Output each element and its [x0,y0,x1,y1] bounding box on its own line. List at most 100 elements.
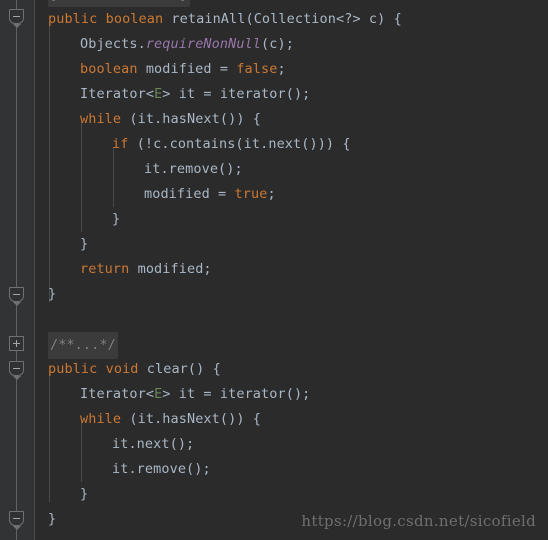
fold-chip-dot-right [181,0,184,1]
code-line-text: it.remove(); [144,157,243,182]
token-txt: } [48,286,57,302]
code-line-return-modified[interactable]: return modified; [80,257,212,282]
code-line-it-next[interactable]: it.next(); [112,432,194,457]
token-kw: if [112,136,129,152]
token-txt: modified = [137,61,237,77]
token-kw: while [80,111,122,127]
plus-icon [10,339,23,347]
watermark-url: https://blog.csdn.net/sicofield [301,512,536,530]
code-line-clear-signature[interactable]: public void clear() { [48,357,221,382]
token-txt: modified; [129,261,212,277]
token-txt: ; [267,186,276,202]
code-line-while-hasnext-1[interactable]: while (it.hasNext()) { [80,107,261,132]
token-txt: } [48,511,57,527]
code-line-text: public void clear() { [48,357,221,382]
code-line-text: } [80,482,88,507]
code-line-retainall-signature[interactable]: public boolean retainAll(Collection<?> c… [48,7,402,32]
token-txt: (it.hasNext()) { [121,411,262,427]
code-line-text: while (it.hasNext()) { [80,107,261,132]
code-line-close-if[interactable]: } [112,207,120,232]
code-line-text: } [48,507,56,532]
editor-gutter[interactable] [0,0,35,540]
token-txt: it.remove(); [112,461,211,477]
code-line-text: boolean modified = false; [80,57,286,82]
fold-collapse-clear-start-tip-icon [13,376,21,380]
code-line-text: it.next(); [112,432,194,457]
token-txt: it.next(); [112,436,195,452]
fold-collapse-clear-start-icon[interactable] [9,361,24,376]
fold-collapse-retainall-start-tip-icon [13,24,21,28]
folded-region-chip-partial[interactable] [48,0,190,7]
token-kw: void [105,361,139,377]
code-line-text: } [112,207,120,232]
fold-collapse-retainall-end-icon[interactable] [9,287,24,302]
fold-expand-javadoc-icon[interactable] [9,336,24,351]
code-line-close-while-2[interactable]: } [80,482,88,507]
token-txt: > it = iterator(); [162,386,311,402]
token-txt: Iterator< [80,386,155,402]
token-kw: while [80,411,122,427]
token-txt: retainAll(Collection<?> c) { [163,11,402,27]
minus-icon [10,368,23,369]
fold-collapse-retainall-start-icon[interactable] [9,9,24,24]
token-txt: modified = [144,186,235,202]
code-line-text: return modified; [80,257,212,282]
token-txt: } [80,486,89,502]
code-line-text: it.remove(); [112,457,211,482]
code-line-it-remove-1[interactable]: it.remove(); [144,157,243,182]
token-txt: Objects. [80,36,146,52]
token-kw: return [80,261,130,277]
token-kw: public [48,11,98,27]
token-txt: } [112,211,121,227]
code-line-text: if (!c.contains(it.next())) { [112,132,351,157]
code-line-text: } [48,282,56,307]
indent-guide-1 [81,122,82,232]
token-txt: } [80,236,89,252]
code-line-it-remove-2[interactable]: it.remove(); [112,457,211,482]
fold-collapse-retainall-end-tip-icon [13,302,21,306]
code-line-close-while-1[interactable]: } [80,232,88,257]
code-content-area[interactable]: public boolean retainAll(Collection<?> c… [36,0,548,540]
token-kw: false [236,61,278,77]
indent-guide-0 [49,22,50,302]
code-line-text: while (it.hasNext()) { [80,407,261,432]
minus-icon [10,294,23,295]
code-line-text: Objects.requireNonNull(c); [80,32,294,57]
code-line-declare-iterator-2[interactable]: Iterator<E> it = iterator(); [80,382,310,407]
code-line-declare-iterator-1[interactable]: Iterator<E> it = iterator(); [80,82,310,107]
code-line-text: } [80,232,88,257]
minus-icon [10,16,23,17]
token-txt: clear() { [138,361,221,377]
code-line-if-not-contains[interactable]: if (!c.contains(it.next())) { [112,132,351,157]
token-cmt: /**...*/ [50,337,116,353]
code-line-assign-modified-true[interactable]: modified = true; [144,182,276,207]
code-line-text: Iterator<E> it = iterator(); [80,82,310,107]
code-line-text: public boolean retainAll(Collection<?> c… [48,7,402,32]
code-line-declare-modified[interactable]: boolean modified = false; [80,57,286,82]
minus-icon [10,518,23,519]
fold-collapse-clear-end-icon[interactable] [9,511,24,526]
token-txt: (it.hasNext()) { [121,111,262,127]
code-line-while-hasnext-2[interactable]: while (it.hasNext()) { [80,407,261,432]
indent-guide-3 [49,372,50,502]
token-txt: ; [277,61,286,77]
code-line-require-non-null[interactable]: Objects.requireNonNull(c); [80,32,294,57]
token-kw: public [48,361,98,377]
code-line-text: Iterator<E> it = iterator(); [80,382,310,407]
code-line-close-retainall[interactable]: } [48,282,56,307]
code-editor[interactable]: public boolean retainAll(Collection<?> c… [0,0,548,540]
token-txt: (!c.contains(it.next())) { [128,136,351,152]
fold-collapse-clear-end-tip-icon [13,526,21,530]
token-txt: it.remove(); [144,161,243,177]
code-line-text: modified = true; [144,182,276,207]
code-line-close-clear[interactable]: } [48,507,56,532]
token-kw: true [234,186,268,202]
code-line-folded-javadoc[interactable]: /**...*/ [48,332,118,359]
token-txt: Iterator< [80,86,155,102]
fold-chip-dot-left [52,0,55,1]
token-kw: boolean [105,11,164,27]
folded-javadoc-region[interactable]: /**...*/ [48,332,118,359]
fold-region-line [16,0,17,540]
